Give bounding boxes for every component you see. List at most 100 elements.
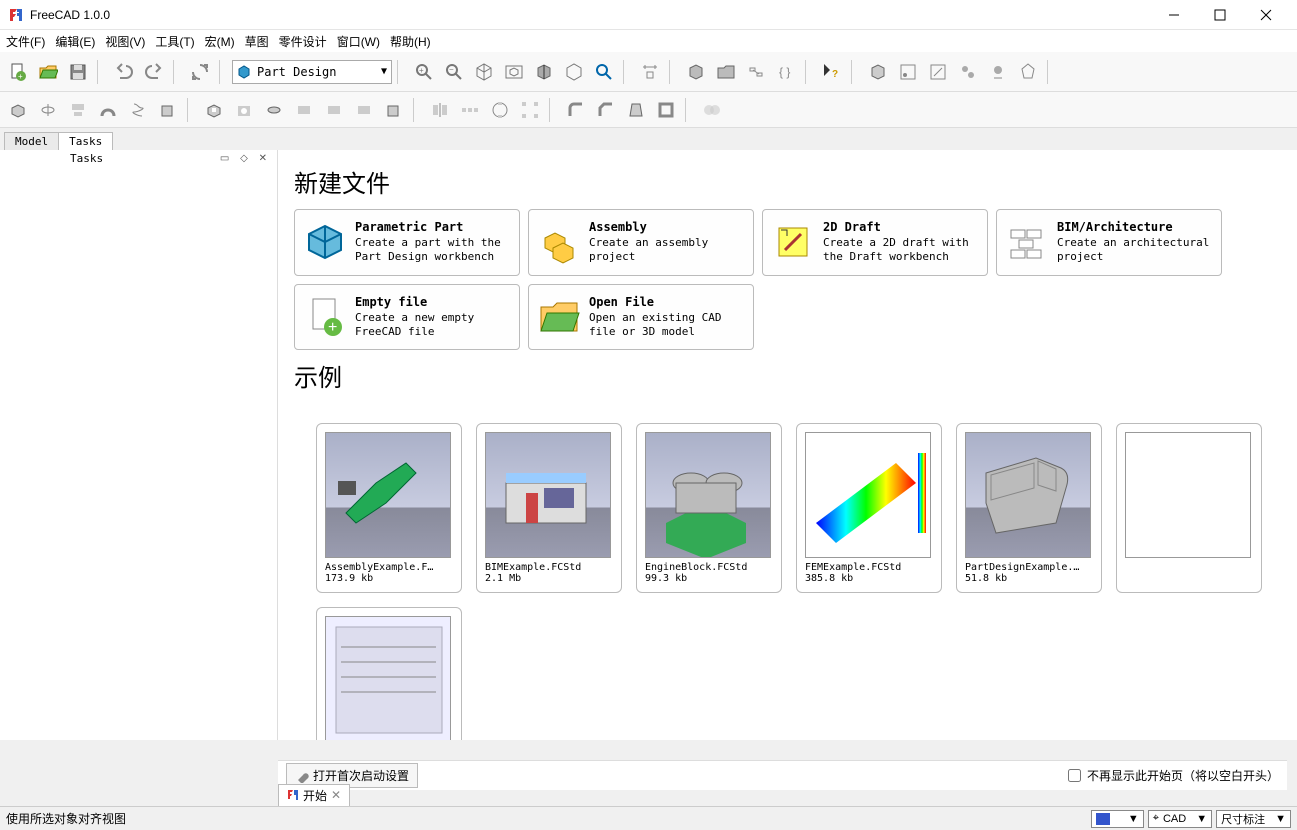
save-icon[interactable] xyxy=(64,58,92,86)
sub-helix-icon[interactable] xyxy=(350,96,378,124)
panel-controls[interactable]: ▭ ◇ ✕ xyxy=(220,153,271,164)
close-button[interactable] xyxy=(1243,0,1289,30)
dont-show-checkbox[interactable]: 不再显示此开始页（将以空白开头） xyxy=(1068,767,1279,784)
card-2d-draft[interactable]: 2D DraftCreate a 2D draft with the Draft… xyxy=(762,209,988,276)
helix-icon[interactable] xyxy=(124,96,152,124)
open-file-icon xyxy=(537,295,581,339)
draw-style-icon[interactable] xyxy=(560,58,588,86)
linear-pattern-icon[interactable] xyxy=(456,96,484,124)
example-bim[interactable]: BIMExample.FCStd 2.1 Mb xyxy=(476,423,622,593)
doc-tab-start[interactable]: 开始 ✕ xyxy=(278,784,350,807)
menu-window[interactable]: 窗口(W) xyxy=(337,33,380,50)
tab-model[interactable]: Model xyxy=(4,132,59,150)
pocket-icon[interactable] xyxy=(200,96,228,124)
zoom-out-icon[interactable]: − xyxy=(440,58,468,86)
edit-sketch-icon[interactable] xyxy=(924,58,952,86)
tasks-panel: Tasks ▭ ◇ ✕ xyxy=(0,150,278,740)
caliper-icon[interactable] xyxy=(636,58,664,86)
menu-macro[interactable]: 宏(M) xyxy=(205,33,235,50)
shape-icon[interactable] xyxy=(1014,58,1042,86)
polar-pattern-icon[interactable] xyxy=(486,96,514,124)
boolean-icon[interactable] xyxy=(698,96,726,124)
varset-icon[interactable]: { } xyxy=(772,58,800,86)
toolbar-partdesign xyxy=(0,92,1297,128)
dont-show-checkbox-input[interactable] xyxy=(1068,769,1081,782)
mirror-icon[interactable] xyxy=(426,96,454,124)
view-iso-icon[interactable] xyxy=(470,58,498,86)
view-section-icon[interactable] xyxy=(530,58,558,86)
side-tabs: Model Tasks xyxy=(0,128,1297,150)
bim-icon xyxy=(1005,220,1049,264)
workbench-label: Part Design xyxy=(257,65,336,79)
menu-edit[interactable]: 编辑(E) xyxy=(55,33,95,50)
clone-icon[interactable] xyxy=(954,58,982,86)
start-page: 新建文件 Parametric PartCreate a part with t… xyxy=(278,150,1297,740)
card-assembly[interactable]: AssemblyCreate an assembly project xyxy=(528,209,754,276)
chamfer-icon[interactable] xyxy=(592,96,620,124)
dim-combo[interactable]: 尺寸标注▼ xyxy=(1216,810,1291,828)
example-assembly[interactable]: AssemblyExample.F… 173.9 kb xyxy=(316,423,462,593)
draft-icon xyxy=(771,220,815,264)
fillet-icon[interactable] xyxy=(562,96,590,124)
sub-sweep-icon[interactable] xyxy=(320,96,348,124)
menu-partdesign[interactable]: 零件设计 xyxy=(279,33,327,50)
menu-file[interactable]: 文件(F) xyxy=(6,33,45,50)
open-file-icon[interactable] xyxy=(34,58,62,86)
datum-icon[interactable] xyxy=(984,58,1012,86)
menu-view[interactable]: 视图(V) xyxy=(105,33,145,50)
card-open-file[interactable]: Open FileOpen an existing CAD file or 3D… xyxy=(528,284,754,351)
group-icon[interactable] xyxy=(712,58,740,86)
sweep-icon[interactable] xyxy=(94,96,122,124)
revolve-icon[interactable] xyxy=(34,96,62,124)
menu-help[interactable]: 帮助(H) xyxy=(390,33,431,50)
section-examples-title: 示例 xyxy=(294,358,1281,393)
example-6[interactable] xyxy=(1116,423,1262,593)
new-file-icon[interactable]: + xyxy=(4,58,32,86)
menu-sketch[interactable]: 草图 xyxy=(245,33,269,50)
workbench-selector[interactable]: Part Design ▼ xyxy=(232,60,392,84)
hole-icon[interactable] xyxy=(230,96,258,124)
minimize-button[interactable] xyxy=(1151,0,1197,30)
undo-icon[interactable] xyxy=(110,58,138,86)
svg-text:+: + xyxy=(18,72,23,81)
draft-icon[interactable] xyxy=(622,96,650,124)
groove-icon[interactable] xyxy=(260,96,288,124)
tab-close-icon[interactable]: ✕ xyxy=(331,788,341,802)
view-fit-icon[interactable] xyxy=(500,58,528,86)
body-icon[interactable] xyxy=(864,58,892,86)
card-bim[interactable]: BIM/ArchitectureCreate an architectural … xyxy=(996,209,1222,276)
card-parametric-part[interactable]: Parametric PartCreate a part with the Pa… xyxy=(294,209,520,276)
loft-icon[interactable] xyxy=(64,96,92,124)
sketch-icon[interactable] xyxy=(894,58,922,86)
pad-icon[interactable] xyxy=(4,96,32,124)
window-title: FreeCAD 1.0.0 xyxy=(30,8,1151,22)
thickness-icon[interactable] xyxy=(652,96,680,124)
svg-text:{ }: { } xyxy=(779,65,790,79)
sub-loft-icon[interactable] xyxy=(290,96,318,124)
box-add-icon[interactable] xyxy=(154,96,182,124)
freecad-small-icon xyxy=(287,789,299,801)
dropdown-arrow-icon: ▼ xyxy=(381,66,387,77)
redo-icon[interactable] xyxy=(140,58,168,86)
link-icon[interactable] xyxy=(742,58,770,86)
menu-tools[interactable]: 工具(T) xyxy=(155,33,194,50)
maximize-button[interactable] xyxy=(1197,0,1243,30)
card-empty-file[interactable]: + Empty fileCreate a new empty FreeCAD f… xyxy=(294,284,520,351)
example-partdesign[interactable]: PartDesignExample.… 51.8 kb xyxy=(956,423,1102,593)
refresh-icon[interactable] xyxy=(186,58,214,86)
parametric-part-icon xyxy=(303,220,347,264)
nav-style-combo[interactable]: ▼ xyxy=(1091,810,1144,828)
box-sub-icon[interactable] xyxy=(380,96,408,124)
example-7[interactable] xyxy=(316,607,462,740)
example-engineblock[interactable]: EngineBlock.FCStd 99.3 kb xyxy=(636,423,782,593)
example-fem[interactable]: FEMExample.FCStd 385.8 kb xyxy=(796,423,942,593)
cad-combo[interactable]: ⌖CAD▼ xyxy=(1148,810,1212,828)
whatsthis-icon[interactable]: ? xyxy=(818,58,846,86)
multi-transform-icon[interactable] xyxy=(516,96,544,124)
part-icon[interactable] xyxy=(682,58,710,86)
section-newfile-title: 新建文件 xyxy=(294,164,1281,199)
measure-icon[interactable] xyxy=(590,58,618,86)
tab-tasks[interactable]: Tasks xyxy=(58,132,113,150)
zoom-in-icon[interactable]: + xyxy=(410,58,438,86)
empty-file-icon: + xyxy=(303,295,347,339)
